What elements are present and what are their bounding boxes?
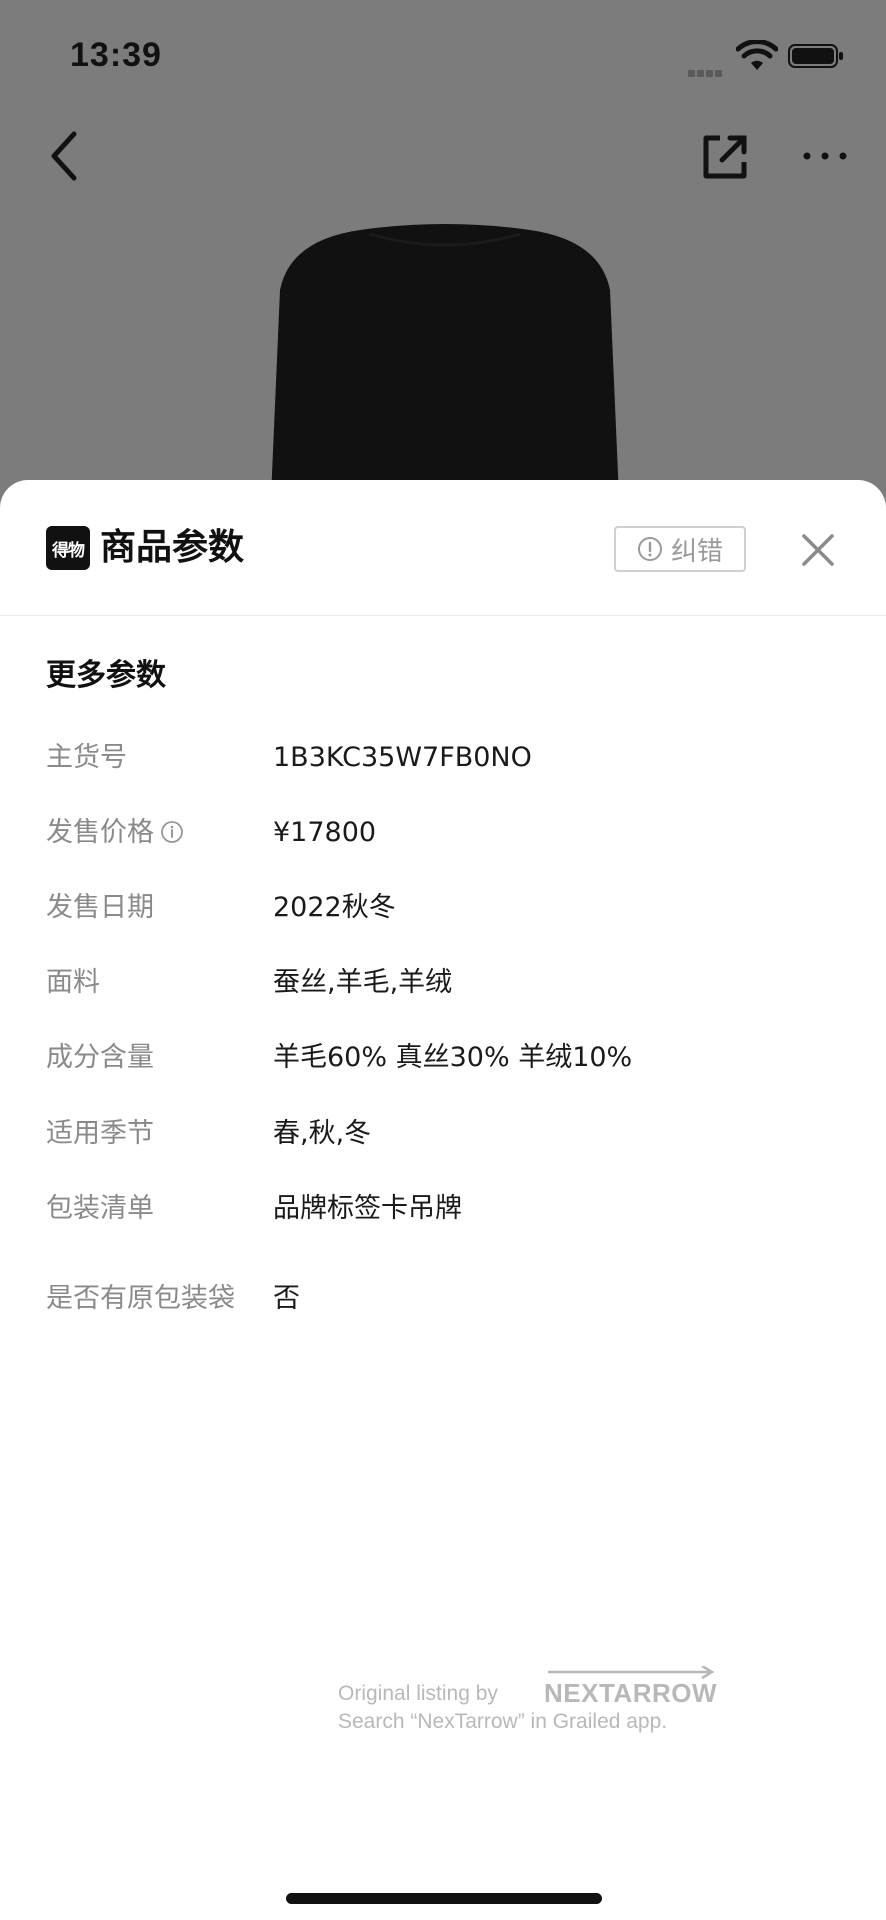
param-value: 蚕丝,羊毛,羊绒 (273, 967, 453, 998)
report-error-label: 纠错 (670, 536, 723, 567)
product-image (270, 224, 620, 520)
param-label-text: 发售价格 (46, 817, 154, 848)
sheet-header: 得物 商品参数 纠错 (0, 480, 886, 616)
param-value: 春,秋,冬 (273, 1118, 372, 1149)
back-icon[interactable] (44, 128, 88, 184)
param-row: 主货号 1B3KC35W7FB0NO (46, 738, 846, 778)
param-row: 发售日期 2022秋冬 (46, 888, 846, 928)
more-options-icon[interactable] (800, 138, 850, 174)
param-value: 1B3KC35W7FB0NO (273, 742, 532, 773)
sheet-title: 商品参数 (100, 527, 245, 568)
param-label: 主货号 (46, 742, 127, 773)
param-label: 是否有原包装袋 (46, 1283, 235, 1314)
param-value: 品牌标签卡吊牌 (273, 1193, 462, 1224)
param-value: 羊毛60% 真丝30% 羊绒10% (273, 1042, 633, 1073)
product-params-sheet: 得物 商品参数 纠错 更多参数 主货号 1B3KC35W7FB0NO 发售价格 … (0, 480, 886, 1920)
param-value: 否 (273, 1283, 300, 1314)
param-row: 面料 蚕丝,羊毛,羊绒 (46, 963, 846, 1003)
product-page-backdrop: 13:39 (0, 0, 886, 520)
brand-logo: 得物 (46, 526, 90, 570)
param-row: 发售价格 ¥17800 (46, 813, 846, 853)
param-label: 发售价格 (46, 813, 184, 853)
share-icon[interactable] (700, 132, 750, 182)
alert-circle-icon (637, 537, 662, 561)
param-label: 发售日期 (46, 892, 154, 923)
param-label: 成分含量 (46, 1042, 154, 1073)
close-icon[interactable] (796, 528, 840, 572)
info-icon[interactable] (160, 820, 184, 844)
wifi-icon (736, 40, 778, 70)
watermark-line-2: Search “NexTarrow” in Grailed app. (338, 1710, 668, 1733)
nextarrow-logo-text: NEXTARROW (544, 1678, 717, 1708)
cellular-signal-icon (688, 62, 728, 77)
nextarrow-logo: NEXTARROW (544, 1666, 717, 1708)
status-bar: 13:39 (0, 0, 886, 110)
report-error-button[interactable]: 纠错 (614, 526, 746, 572)
param-label: 适用季节 (46, 1118, 154, 1149)
param-row: 适用季节 春,秋,冬 (46, 1114, 846, 1154)
status-time: 13:39 (70, 36, 162, 74)
param-value: 2022秋冬 (273, 892, 396, 923)
watermark: Original listing by Search “NexTarrow” i… (338, 1666, 718, 1750)
param-row: 包装清单 品牌标签卡吊牌 (46, 1189, 846, 1229)
battery-icon (788, 44, 843, 68)
home-indicator (286, 1893, 602, 1904)
section-title: 更多参数 (46, 658, 166, 693)
param-label: 包装清单 (46, 1193, 154, 1224)
param-value: ¥17800 (273, 817, 377, 848)
param-label: 面料 (46, 967, 100, 998)
param-row: 是否有原包装袋 否 (46, 1279, 846, 1319)
param-row: 成分含量 羊毛60% 真丝30% 羊绒10% (46, 1038, 846, 1078)
